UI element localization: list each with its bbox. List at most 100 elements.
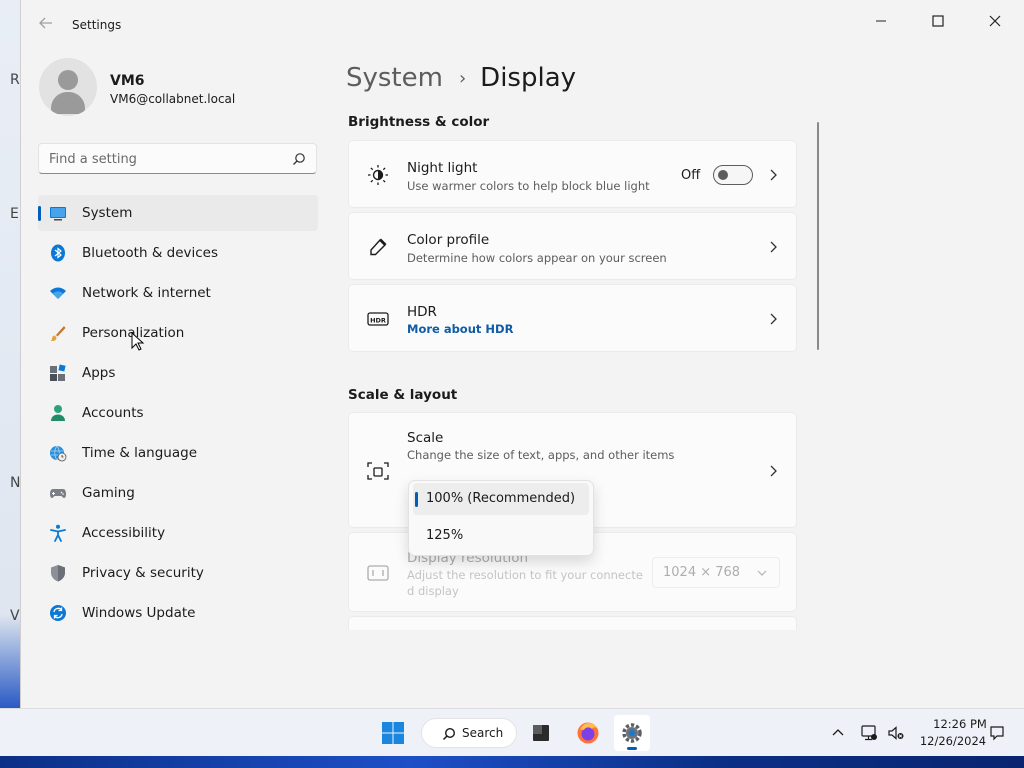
color-profile-card[interactable]: Color profile Determine how colors appea… [348,212,797,280]
sidebar-item-accessibility[interactable]: Accessibility [38,515,318,551]
sidebar-nav: System Bluetooth & devices Network & int… [38,195,318,635]
sidebar-item-label: Privacy & security [82,565,204,581]
sidebar-item-system[interactable]: System [38,195,318,231]
night-light-state: Off [681,168,701,183]
sidebar-item-label: Accessibility [82,525,166,541]
night-light-icon [368,165,388,185]
scale-option-label: 100% (Recommended) [426,491,576,506]
windows-logo-icon [382,722,404,744]
minimize-icon [876,20,886,22]
color-profile-title: Color profile [407,232,490,248]
maximize-button[interactable] [915,6,961,36]
update-icon [50,605,66,621]
scale-option-label: 125% [426,528,464,543]
firefox-icon [577,722,599,744]
scale-dropdown-menu: 100% (Recommended) 125% [408,480,594,556]
apps-icon [50,364,66,381]
notifications-button[interactable] [984,715,1010,751]
section-title-brightness: Brightness & color [348,114,490,130]
sidebar-item-gaming[interactable]: Gaming [38,475,318,511]
taskbar: Search 12:26 PM 12/26/2024 [0,708,1024,756]
taskbar-search-label: Search [462,726,504,740]
desktop-wallpaper-strip [0,756,1024,768]
next-setting-card[interactable] [348,616,797,630]
sidebar-item-label: Bluetooth & devices [82,245,219,261]
sidebar-item-windows-update[interactable]: Windows Update [38,595,318,631]
sidebar-item-bluetooth[interactable]: Bluetooth & devices [38,235,318,271]
mouse-cursor-icon [131,332,145,351]
scale-desc: Change the size of text, apps, and other… [407,448,675,462]
scrollbar[interactable] [817,122,819,350]
volume-muted-icon [888,726,904,740]
taskbar-search[interactable]: Search [421,718,517,748]
user-email: VM6@collabnet.local [110,92,236,106]
back-button[interactable] [35,14,57,36]
close-button[interactable] [972,6,1018,36]
search-icon[interactable] [292,152,306,166]
settings-taskbar-button[interactable] [614,715,650,751]
sidebar-item-privacy[interactable]: Privacy & security [38,555,318,591]
night-light-toggle[interactable] [713,165,753,185]
desktop-icon-fragment: R [10,72,20,88]
volume-button[interactable] [884,715,908,751]
resolution-select[interactable]: 1024 × 768 [652,557,780,588]
gamepad-icon [50,489,66,498]
chevron-right-icon[interactable] [768,312,778,326]
sidebar-item-accounts[interactable]: Accounts [38,395,318,431]
page-title: Display [480,63,577,93]
network-status-button[interactable] [857,715,881,751]
app-title: Settings [72,18,122,32]
wifi-icon [50,287,66,299]
maximize-icon [932,15,944,27]
chevron-right-icon[interactable] [768,240,778,254]
scale-option-100[interactable]: 100% (Recommended) [413,483,589,515]
chevron-right-icon[interactable] [768,464,778,478]
arrow-left-icon [39,17,52,29]
resolution-desc-line1: Adjust the resolution to fit your connec… [407,568,643,582]
scale-icon [367,462,389,480]
sidebar-item-time-language[interactable]: Time & language [38,435,318,471]
sidebar-item-network[interactable]: Network & internet [38,275,318,311]
close-icon [989,15,1001,27]
settings-window: Settings VM6 VM6@collabnet.local System … [20,0,1024,708]
task-view-button[interactable] [523,715,559,751]
hdr-icon: HDR [367,312,389,326]
eyedropper-icon [370,238,387,256]
sidebar-item-personalization[interactable]: Personalization [38,315,318,351]
title-bar: Settings [21,0,1024,48]
bluetooth-icon [51,244,65,262]
chevron-down-icon [757,570,767,576]
person-icon [51,405,65,421]
resolution-icon [367,565,389,581]
scale-option-125[interactable]: 125% [413,520,589,552]
notification-icon [990,726,1004,741]
breadcrumb-parent[interactable]: System [346,63,443,93]
resolution-value: 1024 × 768 [663,565,741,580]
firefox-button[interactable] [570,715,606,751]
hdr-link[interactable]: More about HDR [407,322,513,336]
night-light-title: Night light [407,160,478,176]
brush-icon [50,326,66,341]
section-title-scale-layout: Scale & layout [348,387,458,403]
gear-icon [622,723,642,743]
search-input[interactable] [49,149,279,169]
taskbar-date[interactable]: 12/26/2024 [917,734,989,748]
globe-clock-icon [50,445,67,462]
sidebar-item-label: Time & language [82,445,198,461]
taskbar-time[interactable]: 12:26 PM [930,717,990,731]
sidebar-item-apps[interactable]: Apps [38,355,318,391]
scale-title: Scale [407,430,444,446]
minimize-button[interactable] [858,6,904,36]
chevron-right-icon[interactable] [768,168,778,182]
show-hidden-icons-button[interactable] [826,715,850,751]
avatar[interactable] [39,58,97,116]
resolution-desc-line2: d display [407,584,459,598]
user-name: VM6 [110,73,145,89]
search-box [38,143,317,174]
hdr-title: HDR [407,304,437,320]
start-button[interactable] [375,715,411,751]
night-light-card[interactable]: Night light Use warmer colors to help bl… [348,140,797,208]
hdr-card[interactable]: HDR HDR More about HDR [348,284,797,352]
accessibility-icon [50,524,66,542]
shield-icon [51,565,65,582]
